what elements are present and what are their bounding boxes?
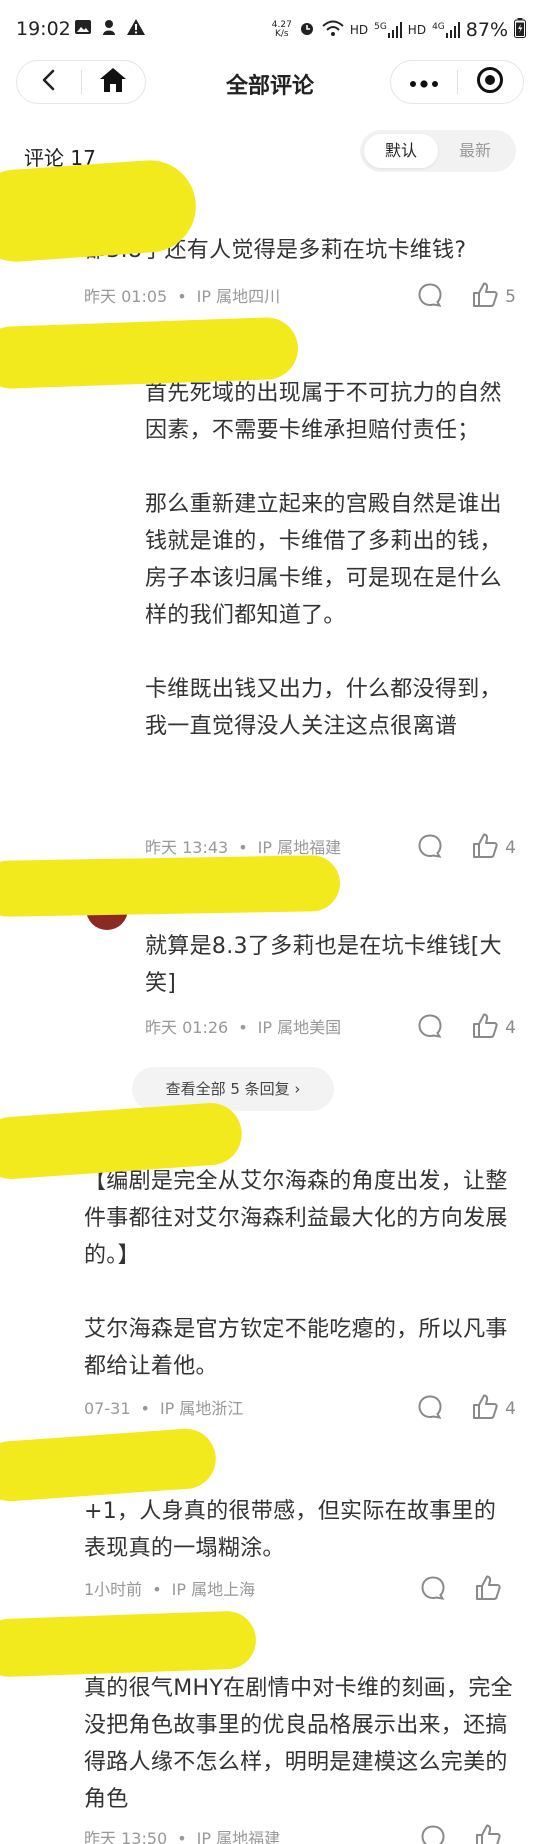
comment-bubble-icon xyxy=(417,1013,443,1044)
sort-toggle: 默认 最新 xyxy=(360,130,516,172)
comment-actions xyxy=(420,1823,502,1844)
reply-button[interactable] xyxy=(420,1575,446,1606)
comment-item: 真的很气MHY在剧情中对卡维的刻画，完全没把角色故事里的优良品格展示出来，还搞得… xyxy=(84,1670,516,1844)
redaction-highlight xyxy=(0,1426,218,1504)
comment-text: 【编剧是完全从艾尔海森的角度出发，让整件事都往对艾尔海森利益最大化的方向发展的。… xyxy=(84,1169,508,1379)
like-count: 5 xyxy=(505,287,516,307)
record-circle-icon xyxy=(476,66,504,98)
redaction-highlight xyxy=(0,1610,257,1678)
thumbs-up-icon xyxy=(471,1012,499,1045)
sort-latest-tab[interactable]: 最新 xyxy=(438,134,512,168)
redaction-highlight xyxy=(0,854,341,918)
like-button[interactable]: 4 xyxy=(471,832,516,865)
comment-item: 就算是8.3了多莉也是在坑卡维钱[大笑] 昨天 01:26 • IP 属地美国 4 xyxy=(145,928,516,1043)
like-count: 4 xyxy=(505,1018,516,1038)
comment-meta: 07-31 • IP 属地浙江 xyxy=(84,1399,244,1418)
warning-icon xyxy=(126,18,146,41)
comment-text: 真的很气MHY在剧情中对卡维的刻画，完全没把角色故事里的优良品格展示出来，还搞得… xyxy=(84,1676,513,1812)
comment-meta: 昨天 13:50 • IP 属地福建 xyxy=(84,1829,281,1844)
network-speed: 4.27 K/s xyxy=(271,19,292,39)
signal-4g-icon: 4G xyxy=(432,21,460,38)
like-button[interactable]: 4 xyxy=(471,1393,516,1426)
status-right-icons: 4.27 K/s HD 5G HD 4G 87% xyxy=(272,18,526,41)
comment-bubble-icon xyxy=(417,282,443,313)
network-hd-label: HD xyxy=(349,22,369,37)
like-count: 4 xyxy=(505,1399,516,1419)
comment-item: +1，人身真的很带感，但实际在故事里的表现真的一塌糊涂。 1小时前 • IP 属地上… xyxy=(84,1493,516,1613)
comment-text: 首先死域的出现属于不可抗力的自然因素，不需要卡维承担赔付责任； 那么重新建立起来… xyxy=(145,381,502,739)
comment-meta: 昨天 01:05 • IP 属地四川 xyxy=(84,287,281,306)
redaction-highlight xyxy=(0,316,299,390)
comment-bubble-icon xyxy=(417,1394,443,1425)
comment-bubble-icon xyxy=(417,833,443,864)
app-notification-icon xyxy=(100,18,118,41)
more-dots-icon xyxy=(409,73,439,92)
like-button[interactable]: 4 xyxy=(471,1012,516,1045)
comment-actions: 4 xyxy=(417,1012,516,1044)
close-miniprogram-button[interactable] xyxy=(458,61,524,103)
comment-bubble-icon xyxy=(420,1824,446,1844)
comment-actions xyxy=(420,1574,502,1606)
thumbs-up-icon xyxy=(471,1393,499,1426)
like-button[interactable]: 5 xyxy=(471,281,516,314)
reply-button[interactable] xyxy=(417,833,443,864)
nav-right-capsule xyxy=(390,60,524,104)
status-time: 19:02 xyxy=(16,18,71,40)
thumbs-up-icon xyxy=(474,1823,502,1844)
comment-item: 【编剧是完全从艾尔海森的角度出发，让整件事都往对艾尔海森利益最大化的方向发展的。… xyxy=(84,1163,516,1433)
reply-button[interactable] xyxy=(420,1824,446,1844)
signal-5g-icon: 5G xyxy=(374,21,402,38)
sort-default-tab[interactable]: 默认 xyxy=(364,134,438,168)
thumbs-up-icon xyxy=(471,281,499,314)
comment-bubble-icon xyxy=(420,1575,446,1606)
gallery-icon xyxy=(74,18,92,41)
thumbs-up-icon xyxy=(474,1574,502,1607)
comment-meta: 1小时前 • IP 属地上海 xyxy=(84,1580,256,1599)
comment-actions: 4 xyxy=(417,832,516,864)
nav-bar: 全部评论 xyxy=(0,56,540,108)
comment-item: 首先死域的出现属于不可抗力的自然因素，不需要卡维承担赔付责任； 那么重新建立起来… xyxy=(145,375,516,860)
reply-button[interactable] xyxy=(417,1013,443,1044)
battery-percent: 87% xyxy=(465,18,508,41)
battery-icon xyxy=(514,18,526,41)
comment-actions: 5 xyxy=(417,281,516,313)
view-all-replies-button[interactable]: 查看全部 5 条回复 › xyxy=(132,1067,334,1111)
like-count: 4 xyxy=(505,838,516,858)
status-bar: 19:02 4.27 K/s HD 5G HD 4G 87% xyxy=(0,0,540,62)
status-notification-icons xyxy=(74,18,146,41)
comment-text: +1，人身真的很带感，但实际在故事里的表现真的一塌糊涂。 xyxy=(84,1499,497,1561)
thumbs-up-icon xyxy=(471,832,499,865)
comment-actions: 4 xyxy=(417,1393,516,1425)
comment-text: 就算是8.3了多莉也是在坑卡维钱[大笑] xyxy=(145,934,502,996)
more-button[interactable] xyxy=(391,61,457,103)
wifi-icon xyxy=(322,19,344,40)
comment-meta: 昨天 01:26 • IP 属地美国 xyxy=(145,1018,342,1037)
like-button[interactable] xyxy=(474,1823,502,1844)
alarm-icon xyxy=(298,19,316,40)
network-hd2-label: HD xyxy=(407,22,427,37)
like-button[interactable] xyxy=(474,1574,502,1607)
reply-button[interactable] xyxy=(417,282,443,313)
reply-button[interactable] xyxy=(417,1394,443,1425)
